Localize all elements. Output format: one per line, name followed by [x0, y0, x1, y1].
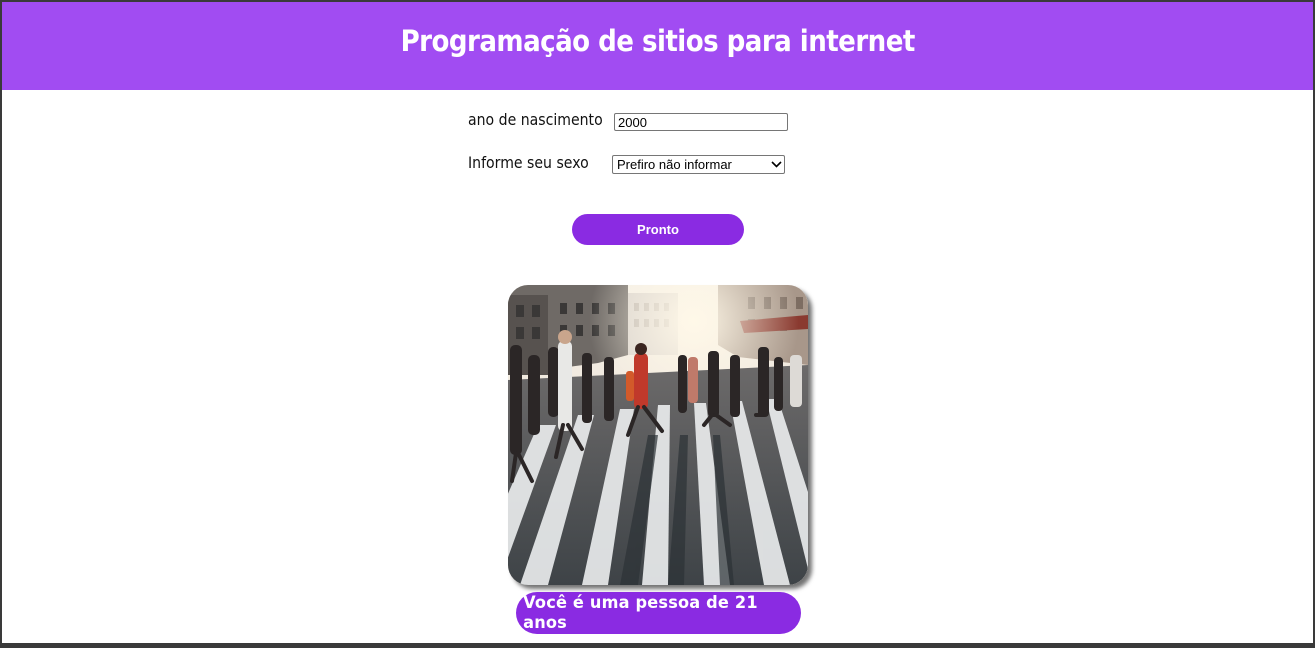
submit-button[interactable]: Pronto: [572, 214, 744, 245]
sex-label: Informe seu sexo: [468, 153, 589, 172]
sex-select[interactable]: Prefiro não informar: [612, 155, 785, 174]
chevron-down-icon: [768, 161, 784, 168]
window-bottom-bar: [0, 643, 1315, 648]
page-title: Programação de sitios para internet: [400, 24, 915, 58]
page-frame: Programação de sitios para internet ano …: [0, 0, 1315, 643]
result-photo: [508, 285, 808, 585]
sex-select-value: Prefiro não informar: [617, 157, 732, 172]
site-header: Programação de sitios para internet: [2, 2, 1313, 90]
birth-year-label: ano de nascimento: [468, 110, 603, 129]
result-message: Você é uma pessoa de 21 anos: [523, 593, 758, 633]
sex-row: Informe seu sexo: [468, 153, 605, 172]
result-badge: Você é uma pessoa de 21 anos: [516, 592, 801, 634]
birth-year-row: ano de nascimento: [468, 110, 621, 129]
birth-year-input[interactable]: [614, 113, 788, 131]
